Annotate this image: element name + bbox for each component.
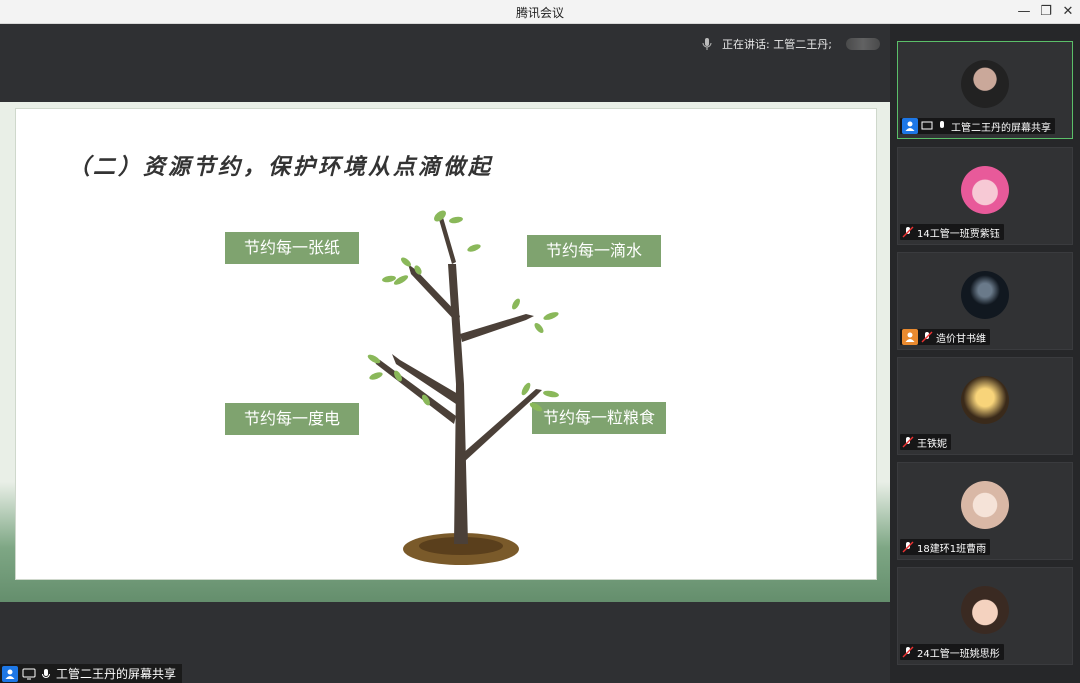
slide-title: （二）资源节约，保护环境从点滴做起	[68, 154, 494, 180]
tree-illustration	[367, 210, 559, 565]
participant-panel: 工管二王丹的屏幕共享 14工管一班贾紫钰 造价甘书维 王铁妮 18建环1班曹雨	[890, 24, 1080, 683]
participant-name: 工管二王丹的屏幕共享	[951, 122, 1051, 134]
label-electricity: 节约每一度电	[225, 403, 359, 435]
user-icon	[902, 329, 918, 345]
participant-label: 18建环1班曹雨	[900, 539, 991, 555]
participant-tile[interactable]: 14工管一班贾紫钰	[897, 147, 1073, 245]
participant-label: 14工管一班贾紫钰	[900, 224, 1004, 240]
participant-tile[interactable]: 18建环1班曹雨	[897, 462, 1073, 560]
user-icon	[2, 665, 18, 682]
participant-tile[interactable]: 王铁妮	[897, 357, 1073, 455]
title-bar: 腾讯会议 — ❐ ✕	[0, 0, 1080, 24]
slide: （二）资源节约，保护环境从点滴做起 节约每一张纸 节约每一滴水 节约每一度电 节…	[15, 108, 877, 580]
restore-button[interactable]: ❐	[1035, 2, 1057, 22]
participant-tile[interactable]: 造价甘书维	[897, 252, 1073, 350]
mic-icon	[940, 121, 944, 128]
window-title: 腾讯会议	[515, 6, 564, 20]
participant-label: 造价甘书维	[900, 329, 990, 345]
speaking-indicator: 正在讲话: 工管二王丹;	[700, 34, 880, 54]
anime-avatar	[961, 481, 1009, 529]
participant-name: 18建环1班曹雨	[917, 543, 987, 555]
participant-tile[interactable]: 24工管一班姚思彤	[897, 567, 1073, 665]
mic-muted-icon	[902, 226, 914, 238]
participant-name: 24工管一班姚思彤	[917, 648, 1000, 660]
mic-muted-icon	[902, 436, 914, 448]
participant-name: 王铁妮	[917, 438, 947, 450]
participant-name: 14工管一班贾紫钰	[917, 228, 1000, 240]
main-stage: 正在讲话: 工管二王丹; （二）资源节约，保护环境从点滴做起 节约每一张纸 节约…	[0, 24, 890, 683]
mic-icon	[702, 38, 712, 50]
participant-name: 造价甘书维	[936, 333, 986, 345]
participant-tile[interactable]: 工管二王丹的屏幕共享	[897, 41, 1073, 139]
screen-share-icon	[22, 668, 36, 679]
participant-label: 工管二王丹的屏幕共享	[900, 118, 1055, 134]
audio-wave-icon	[845, 38, 880, 50]
screen-share-label: 工管二王丹的屏幕共享	[0, 664, 183, 683]
sunset-avatar	[961, 376, 1009, 424]
close-button[interactable]: ✕	[1057, 2, 1079, 22]
child-avatar	[961, 586, 1009, 634]
participant-label: 24工管一班姚思彤	[900, 644, 1004, 660]
portrait-avatar	[961, 60, 1009, 108]
dark-figure-avatar	[961, 271, 1009, 319]
label-paper: 节约每一张纸	[225, 232, 359, 264]
share-label-text: 工管二王丹的屏幕共享	[56, 667, 177, 681]
user-icon	[902, 118, 918, 134]
speaking-text: 正在讲话: 工管二王丹;	[722, 38, 832, 51]
shared-screen: （二）资源节约，保护环境从点滴做起 节约每一张纸 节约每一滴水 节约每一度电 节…	[0, 102, 890, 602]
mic-muted-icon	[902, 646, 914, 658]
screen-share-icon	[921, 121, 933, 130]
mic-icon	[42, 668, 50, 678]
pink-cartoon-avatar	[961, 166, 1009, 214]
mic-muted-icon	[921, 331, 933, 343]
mic-muted-icon	[902, 541, 914, 553]
participant-label: 王铁妮	[900, 434, 951, 450]
minimize-button[interactable]: —	[1013, 2, 1035, 22]
